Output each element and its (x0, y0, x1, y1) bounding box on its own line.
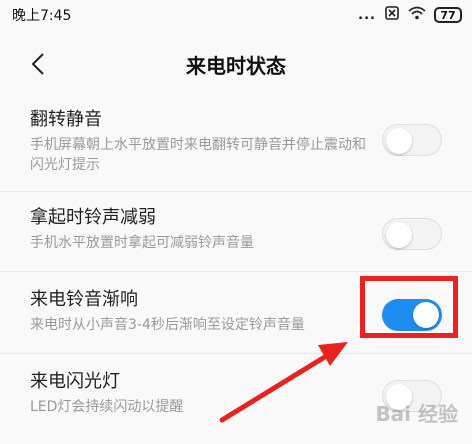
status-time: 晚上7:45 (12, 8, 72, 24)
toggle-knob (386, 222, 412, 248)
setting-row-flip-mute[interactable]: 翻转静音 手机屏幕朝上水平放置时来电翻转可静音并停止震动和闪光灯提示 (0, 100, 472, 192)
page-title: 来电时状态 (186, 53, 286, 78)
setting-title: 翻转静音 (30, 109, 102, 130)
status-bar: 晚上7:45 ... 77 (0, 0, 472, 30)
back-button[interactable] (20, 46, 56, 82)
setting-title: 来电闪光灯 (30, 371, 120, 392)
header: 来电时状态 (0, 40, 472, 88)
chevron-left-icon (31, 53, 44, 75)
battery-icon: 77 (434, 7, 462, 23)
signal-dots-icon: ... (358, 7, 376, 23)
highlight-box (360, 276, 458, 338)
setting-row-pickup-quiet[interactable]: 拿起时铃声减弱 手机水平放置时拿起可减弱铃声音量 (0, 192, 472, 272)
wifi-icon (408, 6, 426, 24)
setting-description: 手机屏幕朝上水平放置时来电翻转可静音并停止震动和闪光灯提示 (30, 137, 366, 173)
toggle-knob (386, 128, 412, 154)
watermark: Bai 经验 (375, 402, 458, 426)
no-sim-icon (384, 5, 400, 25)
status-icons: ... 77 (358, 5, 462, 25)
settings-list: 翻转静音 手机屏幕朝上水平放置时来电翻转可静音并停止震动和闪光灯提示 拿起时铃声… (0, 100, 472, 444)
setting-description: 手机水平放置时拿起可减弱铃声音量 (30, 235, 254, 251)
setting-title: 拿起时铃声减弱 (30, 207, 156, 228)
pickup-quiet-toggle[interactable] (382, 218, 442, 250)
flip-mute-toggle[interactable] (382, 124, 442, 156)
